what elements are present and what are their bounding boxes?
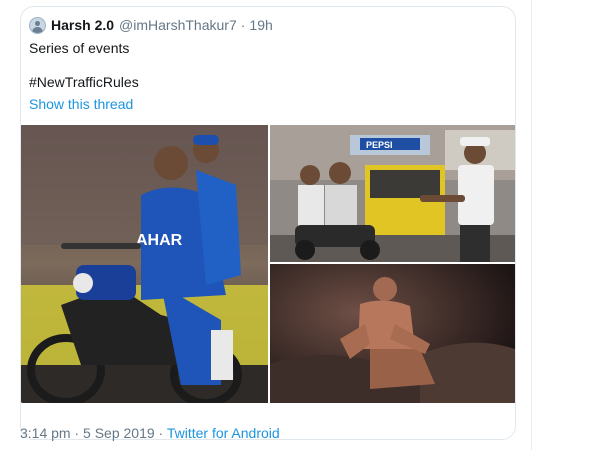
photo-motorcycle-cricket-icon: AHAR <box>21 125 268 403</box>
svg-text:AHAR: AHAR <box>136 232 183 249</box>
column-divider <box>531 0 532 450</box>
media-grid: AHAR PEPSI <box>21 125 515 403</box>
svg-text:PEPSI: PEPSI <box>366 140 393 150</box>
media-image-man-sitting[interactable] <box>270 264 515 403</box>
source-app-link[interactable]: Twitter for Android <box>167 425 280 441</box>
tweet-text-line: Series of events <box>29 40 130 56</box>
show-thread-link[interactable]: Show this thread <box>29 96 133 112</box>
header-separator: · <box>240 17 246 33</box>
avatar[interactable] <box>29 16 46 34</box>
photo-man-sitting-dark-icon <box>270 264 515 403</box>
display-name[interactable]: Harsh 2.0 <box>51 17 114 33</box>
tweet-card[interactable]: Harsh 2.0 @imHarshThakur7 · 19h Series o… <box>20 6 516 440</box>
user-handle[interactable]: @imHarshThakur7 <box>119 17 237 33</box>
media-image-motorcycle[interactable]: AHAR <box>21 125 268 403</box>
footer-separator: · <box>158 425 164 441</box>
tweet-header: Harsh 2.0 @imHarshThakur7 · 19h <box>29 15 273 35</box>
photo-traffic-police-stop-icon: PEPSI <box>270 125 515 262</box>
hashtag-link[interactable]: #NewTrafficRules <box>29 74 139 90</box>
tweet-timestamp[interactable]: 3:14 pm · 5 Sep 2019 <box>20 425 155 441</box>
tweet-time[interactable]: 19h <box>249 17 272 33</box>
tweet-footer: 3:14 pm · 5 Sep 2019 · Twitter for Andro… <box>20 425 280 441</box>
media-image-traffic-police[interactable]: PEPSI <box>270 125 515 262</box>
